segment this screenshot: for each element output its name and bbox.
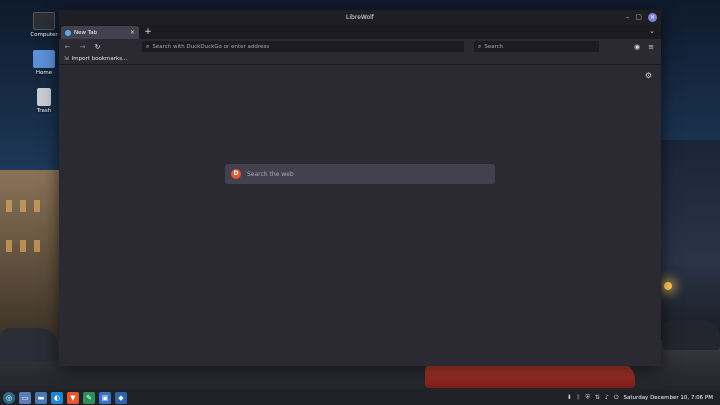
duckduckgo-icon: D — [231, 169, 241, 179]
app-menu-icon[interactable]: ◎ — [3, 391, 15, 404]
desktop-icon-label: Home — [35, 70, 53, 76]
tab-new-tab[interactable]: New Tab ✕ — [61, 26, 139, 39]
text-editor-icon[interactable]: ✎ — [83, 391, 95, 404]
wallpaper-car — [662, 320, 720, 350]
forward-button[interactable]: → — [78, 43, 87, 51]
bluetooth-icon[interactable]: ᛒ — [577, 394, 581, 401]
minimize-button[interactable]: – — [626, 13, 630, 22]
import-icon: ⇲ — [64, 56, 69, 62]
search-bar-placeholder: Search — [484, 43, 504, 50]
desktop-icon-computer[interactable]: Computer — [24, 12, 64, 38]
bookmarks-toolbar: ⇲ Import bookmarks... — [59, 54, 661, 65]
wallpaper-street-lamp — [664, 282, 672, 290]
navigation-toolbar: ← → ↻ ⌕ Search with DuckDuckGo or enter … — [59, 39, 661, 54]
desktop-icon-label: Trash — [36, 108, 52, 114]
desktop-icon-label: Computer — [30, 32, 58, 38]
wallpaper-car — [0, 328, 58, 362]
close-button[interactable]: ✕ — [648, 13, 657, 22]
tab-bar: New Tab ✕ + ⌄ — [59, 25, 661, 39]
web-search-box[interactable]: D Search the web — [225, 164, 495, 184]
power-icon[interactable]: ⏻ — [614, 394, 619, 402]
window-controls: – ▢ ✕ — [626, 13, 657, 22]
import-bookmarks-link[interactable]: Import bookmarks... — [72, 56, 128, 62]
software-manager-icon[interactable]: ◆ — [115, 391, 127, 404]
taskbar: ◎ ▭ ▬ ◐ ▼ ✎ ▣ ◆ ⬇ ᛒ ⛨ ⇅ ♪ ⏻ Saturday Dec… — [0, 390, 720, 405]
new-tab-button[interactable]: + — [141, 26, 155, 39]
extensions-icon[interactable]: ◉ — [634, 43, 640, 51]
url-bar[interactable]: ⌕ Search with DuckDuckGo or enter addres… — [142, 41, 464, 52]
librewolf-icon[interactable]: ◐ — [51, 391, 63, 404]
reload-button[interactable]: ↻ — [93, 43, 102, 51]
settings-gear-icon[interactable]: ⚙ — [645, 71, 652, 80]
home-folder-icon — [33, 50, 55, 68]
search-icon: ⌕ — [478, 42, 482, 50]
desktop-icon-trash[interactable]: Trash — [24, 88, 64, 114]
toolbar-right: ◉ ≡ — [634, 43, 657, 51]
web-search-placeholder: Search the web — [247, 170, 294, 178]
wallpaper-building-left — [0, 170, 62, 340]
updates-icon[interactable]: ⬇ — [567, 394, 572, 401]
search-bar[interactable]: ⌕ Search — [474, 41, 599, 52]
terminal-icon[interactable]: ▣ — [99, 391, 111, 404]
shield-icon[interactable]: ⛨ — [585, 394, 590, 402]
wallpaper-building-right — [660, 140, 720, 340]
menu-icon[interactable]: ≡ — [648, 43, 654, 51]
clock[interactable]: Saturday December 10, 7:06 PM — [624, 395, 713, 401]
window-titlebar[interactable]: LibreWolf – ▢ ✕ — [59, 10, 661, 25]
system-tray: ⬇ ᛒ ⛨ ⇅ ♪ ⏻ Saturday December 10, 7:06 P… — [567, 394, 717, 402]
url-bar-placeholder: Search with DuckDuckGo or enter address — [152, 43, 270, 50]
network-icon[interactable]: ⇅ — [595, 394, 600, 401]
window-title: LibreWolf — [346, 14, 374, 21]
back-button[interactable]: ← — [63, 43, 72, 51]
show-desktop-icon[interactable]: ▭ — [19, 391, 31, 404]
files-icon[interactable]: ▬ — [35, 391, 47, 404]
maximize-button[interactable]: ▢ — [635, 13, 642, 22]
desktop-icon-home[interactable]: Home — [24, 50, 64, 76]
search-icon: ⌕ — [146, 42, 150, 50]
librewolf-favicon-icon — [65, 29, 71, 36]
list-all-tabs-button[interactable]: ⌄ — [649, 27, 655, 35]
brave-icon[interactable]: ▼ — [67, 391, 79, 404]
tab-close-icon[interactable]: ✕ — [130, 29, 135, 36]
volume-icon[interactable]: ♪ — [605, 394, 609, 401]
computer-icon — [33, 12, 55, 30]
new-tab-page: ⚙ D Search the web — [59, 65, 661, 366]
tab-label: New Tab — [74, 29, 98, 36]
trash-icon — [37, 88, 51, 106]
browser-window: LibreWolf – ▢ ✕ New Tab ✕ + ⌄ ← → ↻ ⌕ Se… — [59, 10, 661, 366]
